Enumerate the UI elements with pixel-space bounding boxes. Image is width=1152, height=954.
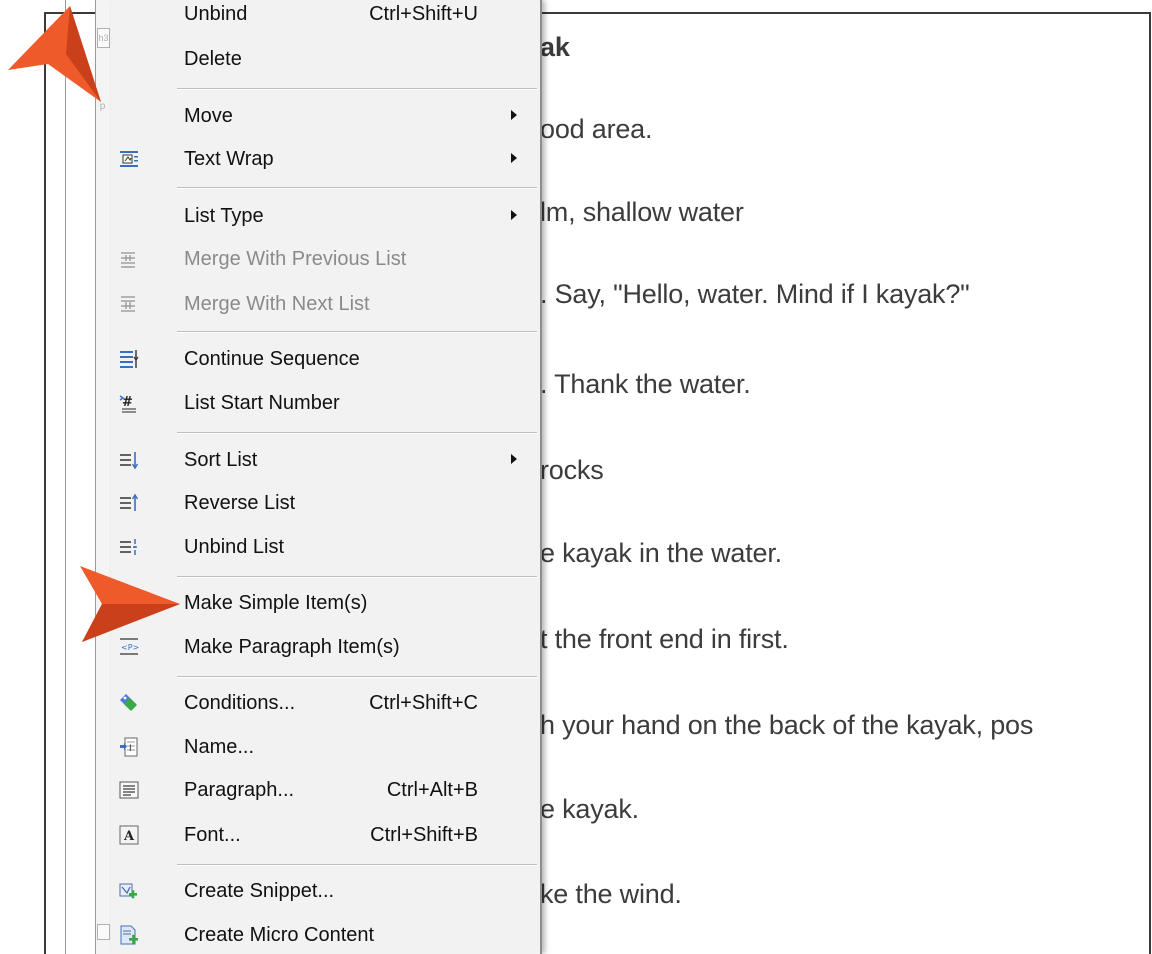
document-line[interactable]: . Thank the water. [540,369,751,400]
menu-item-label: Make Paragraph Item(s) [184,636,400,658]
menu-item-label: Merge With Previous List [184,248,407,270]
merge-next-list-icon [119,294,139,314]
document-line[interactable]: e kayak. [540,794,639,825]
menu-item-label: Text Wrap [184,148,274,170]
menu-item-label: Move [184,105,233,127]
menu-separator [177,88,537,90]
menu-item-name[interactable]: I Name... [111,725,540,769]
menu-separator [177,432,537,434]
menu-item-sort-list[interactable]: Sort List [111,438,540,482]
paragraph-icon [119,780,139,800]
menu-item-shortcut: Ctrl+Alt+B [386,779,478,801]
svg-text:#: # [122,395,133,410]
menu-item-label: Create Snippet... [184,880,335,902]
document-line[interactable]: rocks [540,455,604,486]
menu-item-conditions[interactable]: Conditions... Ctrl+Shift+C [111,681,540,725]
menu-item-create-micro-content[interactable]: Create Micro Content [111,913,540,954]
menu-item-delete[interactable]: Delete [111,37,540,81]
menu-item-list-start-number[interactable]: # List Start Number [111,381,540,425]
reverse-list-icon [119,493,139,513]
menu-separator [177,864,537,866]
menu-item-label: Make Simple Item(s) [184,592,368,614]
menu-item-label: Sort List [184,449,258,471]
text-wrap-icon [119,149,139,169]
menu-item-reverse-list[interactable]: Reverse List [111,481,540,525]
continue-sequence-icon [119,349,139,369]
merge-previous-list-icon [119,249,139,269]
document-heading[interactable]: ak [540,32,570,63]
menu-item-create-snippet[interactable]: Create Snippet... [111,869,540,913]
menu-item-label: Unbind [184,3,248,25]
menu-item-label: List Start Number [184,392,340,414]
menu-item-font[interactable]: A Font... Ctrl+Shift+B [111,813,540,857]
unbind-list-icon [119,537,139,557]
submenu-arrow-icon [511,110,517,120]
svg-text:I: I [129,744,132,754]
context-menu: Unbind Ctrl+Shift+U Delete Move Text Wra… [111,0,542,954]
document-line[interactable]: e kayak in the water. [540,538,782,569]
menu-item-label: Delete [184,48,242,70]
menu-item-label: Conditions... [184,692,296,714]
submenu-arrow-icon [511,454,517,464]
menu-separator [177,576,537,578]
menu-item-label: Name... [184,736,255,758]
submenu-arrow-icon [511,210,517,220]
menu-item-label: List Type [184,205,264,227]
menu-item-list-type[interactable]: List Type [111,194,540,238]
font-icon: A [119,825,139,845]
menu-item-label: Reverse List [184,492,296,514]
document-line[interactable]: ood area. [540,114,652,145]
name-icon: I [119,737,139,757]
menu-item-label: Font... [184,824,241,846]
menu-item-label: Create Micro Content [184,924,375,946]
menu-item-label: Unbind List [184,536,285,558]
menu-item-text-wrap[interactable]: Text Wrap [111,137,540,181]
document-line[interactable]: t the front end in first. [540,624,789,655]
menu-separator [177,676,537,678]
document-line[interactable]: ke the wind. [540,879,682,910]
callout-arrow-icon [80,566,180,642]
sort-list-icon [119,450,139,470]
submenu-arrow-icon [511,153,517,163]
menu-item-unbind[interactable]: Unbind Ctrl+Shift+U [111,0,540,36]
menu-separator [177,187,537,189]
menu-item-label: Merge With Next List [184,293,370,315]
conditions-tag-icon [119,693,139,713]
menu-item-shortcut: Ctrl+Shift+B [370,824,478,846]
menu-item-shortcut: Ctrl+Shift+U [369,3,478,25]
menu-item-shortcut: Ctrl+Shift+C [369,692,478,714]
menu-item-label: Continue Sequence [184,348,360,370]
document-line[interactable]: lm, shallow water [540,197,744,228]
document-line[interactable]: h your hand on the back of the kayak, po… [540,710,1033,741]
callout-arrow-icon [8,6,101,102]
menu-separator [177,331,537,333]
structure-tag-marker[interactable] [97,924,110,940]
menu-item-merge-with-previous-list[interactable]: Merge With Previous List [111,237,540,281]
document-line[interactable]: . Say, "Hello, water. Mind if I kayak?" [540,279,970,310]
editor-gutter-line [65,0,66,954]
svg-text:<P>: <P> [121,643,139,652]
svg-text:A: A [123,829,135,844]
structure-bar[interactable] [95,0,111,954]
create-micro-content-icon [119,925,139,945]
menu-item-unbind-list[interactable]: Unbind List [111,525,540,569]
menu-item-move[interactable]: Move [111,94,540,138]
list-start-number-icon: # [119,393,139,413]
editor-gutter-line [95,0,96,954]
menu-item-paragraph[interactable]: Paragraph... Ctrl+Alt+B [111,768,540,812]
create-snippet-icon [119,881,139,901]
menu-item-label: Paragraph... [184,779,295,801]
menu-item-merge-with-next-list[interactable]: Merge With Next List [111,282,540,326]
menu-item-continue-sequence[interactable]: Continue Sequence [111,337,540,381]
